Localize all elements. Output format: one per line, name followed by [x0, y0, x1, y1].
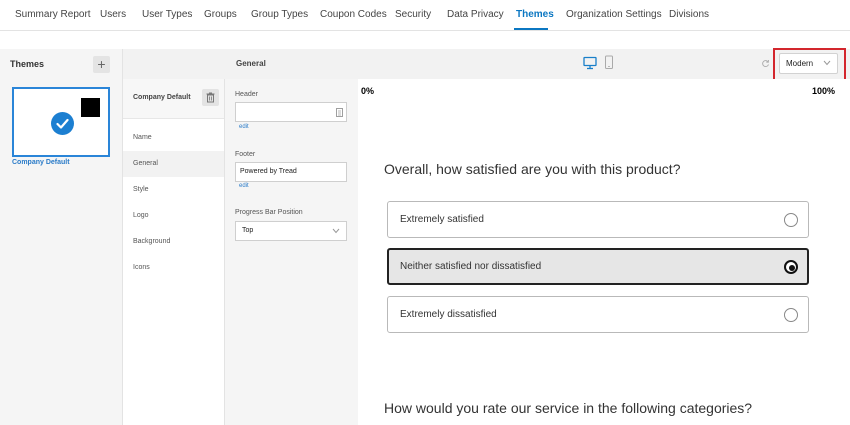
desktop-icon[interactable] [583, 56, 597, 70]
footer-field[interactable]: Powered by Tread [235, 162, 347, 182]
nav-item-style[interactable]: Style [123, 177, 224, 203]
choice-extremely-satisfied[interactable]: Extremely satisfied [387, 201, 809, 238]
chevron-down-icon [332, 228, 340, 234]
radio-button-selected[interactable] [784, 260, 798, 274]
refresh-icon[interactable] [761, 59, 770, 68]
delete-theme-button[interactable] [202, 89, 219, 106]
trash-icon [206, 92, 215, 103]
tab-organization-settings[interactable]: Organization Settings [566, 9, 662, 20]
active-tab-underline [514, 28, 548, 30]
progress-start-label: 0% [361, 86, 375, 96]
footer-field-label: Footer [235, 151, 256, 158]
theme-name-label[interactable]: Company Default [12, 159, 70, 166]
tab-groups[interactable]: Groups [204, 9, 237, 20]
header-field-label: Header [235, 91, 258, 98]
themes-panel-title: Themes [10, 59, 45, 69]
add-theme-button[interactable]: + [93, 56, 110, 73]
choice-label: Extremely satisfied [400, 214, 484, 225]
question-2-text: How would you rate our service in the fo… [384, 400, 753, 416]
document-icon[interactable] [336, 108, 343, 117]
general-panel-title: General [236, 59, 266, 68]
themes-panel: Themes + Company Default [0, 49, 123, 425]
general-settings-panel: Header edit Footer Powered by Tread edit… [225, 79, 358, 425]
theme-logo-thumbnail [81, 98, 100, 117]
footer-edit-link[interactable]: edit [239, 183, 249, 189]
radio-dot [789, 265, 795, 271]
choice-extremely-dissatisfied[interactable]: Extremely dissatisfied [387, 296, 809, 333]
nav-item-general[interactable]: General [123, 151, 224, 177]
header-edit-link[interactable]: edit [239, 124, 249, 130]
progress-bar-position-label: Progress Bar Position [235, 209, 303, 216]
tab-data-privacy[interactable]: Data Privacy [447, 9, 504, 20]
progress-end-label: 100% [812, 86, 836, 96]
tab-coupon-codes[interactable]: Coupon Codes [320, 9, 387, 20]
tab-user-types[interactable]: User Types [142, 9, 192, 20]
tab-summary-report[interactable]: Summary Report [15, 9, 91, 20]
choice-label: Neither satisfied nor dissatisfied [400, 261, 542, 272]
mobile-icon[interactable] [604, 55, 614, 70]
nav-item-name[interactable]: Name [123, 125, 224, 151]
tab-group-types[interactable]: Group Types [251, 9, 308, 20]
choice-neither[interactable]: Neither satisfied nor dissatisfied [387, 248, 809, 285]
radio-button[interactable] [784, 213, 798, 227]
progress-bar-position-select[interactable]: Top [235, 221, 347, 241]
top-tab-bar: Summary Report Users User Types Groups G… [0, 0, 850, 31]
theme-settings-nav: Company Default Name General Style Logo … [123, 79, 225, 425]
toolbar-band [0, 49, 850, 79]
radio-button[interactable] [784, 308, 798, 322]
plus-icon: + [97, 56, 106, 72]
progress-bar-position-value: Top [242, 227, 254, 234]
tab-divisions[interactable]: Divisions [669, 9, 709, 20]
nav-item-background[interactable]: Background [123, 229, 224, 255]
theme-card-company-default[interactable] [12, 87, 110, 157]
tab-themes[interactable]: Themes [516, 9, 554, 20]
tab-security[interactable]: Security [395, 9, 431, 20]
header-field[interactable] [235, 102, 347, 122]
question-1-text: Overall, how satisfied are you with this… [384, 161, 681, 177]
checkmark-icon [51, 112, 74, 135]
highlight-box [773, 48, 846, 81]
nav-item-icons[interactable]: Icons [123, 255, 224, 281]
nav-item-logo[interactable]: Logo [123, 203, 224, 229]
tab-users[interactable]: Users [100, 9, 126, 20]
choice-label: Extremely dissatisfied [400, 309, 497, 320]
selected-theme-label: Company Default [133, 94, 191, 101]
theme-settings-header: Company Default [123, 79, 224, 119]
